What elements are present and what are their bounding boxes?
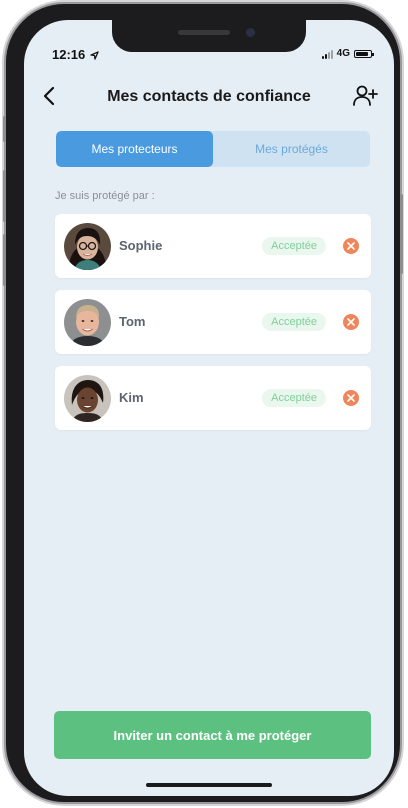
avatar: [64, 375, 111, 422]
navigation-bar: Mes contacts de confiance: [24, 82, 394, 114]
remove-contact-button[interactable]: [343, 390, 359, 406]
contact-name: Kim: [119, 390, 144, 405]
power-button: [400, 194, 403, 274]
remove-contact-button[interactable]: [343, 238, 359, 254]
contact-name: Tom: [119, 314, 146, 329]
avatar: [64, 299, 111, 346]
remove-contact-button[interactable]: [343, 314, 359, 330]
close-icon: [347, 394, 355, 402]
close-icon: [347, 318, 355, 326]
contact-card[interactable]: Sophie Acceptée: [55, 214, 371, 278]
status-badge: Acceptée: [262, 313, 326, 331]
add-user-icon: [353, 85, 378, 106]
location-arrow-icon: [90, 51, 99, 60]
app-screen: 12:16 4G Mes contacts de confiance Mes p…: [24, 20, 394, 796]
speaker: [178, 30, 230, 35]
contact-card[interactable]: Tom Acceptée: [55, 290, 371, 354]
volume-down-button: [3, 234, 6, 286]
page-title: Mes contacts de confiance: [107, 88, 311, 105]
front-camera: [246, 28, 255, 37]
notch: [112, 20, 306, 52]
invite-contact-button[interactable]: Inviter un contact à me protéger: [54, 711, 371, 759]
tab-mes-proteges[interactable]: Mes protégés: [213, 131, 370, 167]
avatar: [64, 223, 111, 270]
home-indicator: [146, 783, 272, 787]
tab-mes-protecteurs[interactable]: Mes protecteurs: [56, 131, 213, 167]
battery-level: [356, 51, 368, 56]
signal-icon: [321, 49, 333, 59]
volume-up-button: [3, 170, 6, 222]
battery-icon: [354, 49, 374, 58]
close-icon: [347, 242, 355, 250]
contact-name: Sophie: [119, 238, 163, 253]
silent-switch: [3, 116, 6, 142]
status-time: 12:16: [52, 47, 99, 62]
section-label: Je suis protégé par :: [55, 190, 155, 202]
status-indicators: 4G: [321, 48, 374, 59]
contact-card[interactable]: Kim Acceptée: [55, 366, 371, 430]
add-contact-button[interactable]: [352, 84, 378, 108]
status-badge: Acceptée: [262, 389, 326, 407]
status-badge: Acceptée: [262, 237, 326, 255]
segmented-control: Mes protecteurs Mes protégés: [56, 131, 370, 167]
network-type: 4G: [336, 48, 350, 59]
phone-frame: 12:16 4G Mes contacts de confiance Mes p…: [3, 4, 403, 802]
